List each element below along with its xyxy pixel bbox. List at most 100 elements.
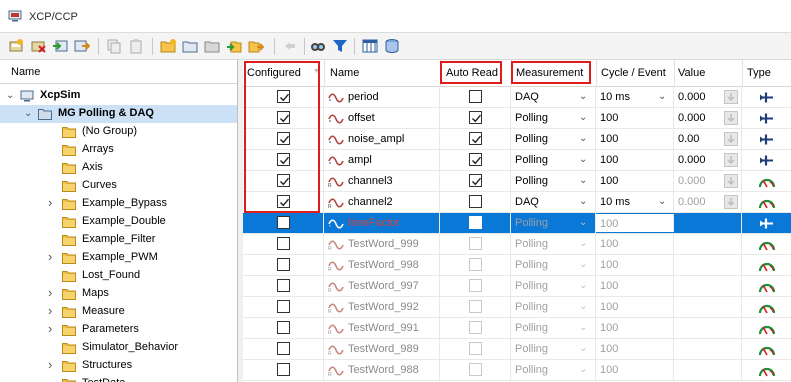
name-cell[interactable]: R TestWord_988	[324, 360, 440, 380]
column-header-auto-read[interactable]: Auto Read	[446, 67, 498, 79]
navigate-icon[interactable]	[282, 38, 298, 54]
auto-read-checkbox[interactable]	[469, 300, 482, 313]
measurement-select[interactable]: Polling ⌄	[511, 171, 596, 191]
find-icon[interactable]	[310, 38, 326, 54]
configured-cell[interactable]	[243, 234, 324, 254]
name-cell[interactable]: noise_ampl	[324, 129, 440, 149]
new-group-icon[interactable]	[160, 38, 176, 54]
configured-checkbox[interactable]	[277, 195, 290, 208]
value-cell[interactable]	[674, 339, 742, 359]
measurement-select[interactable]: Polling ⌄	[511, 339, 596, 359]
cycle-event-cell[interactable]: 100	[596, 339, 674, 359]
chevron-down-icon[interactable]: ⌄	[658, 196, 666, 207]
paste-icon[interactable]	[128, 38, 144, 54]
auto-read-checkbox[interactable]	[469, 111, 482, 124]
chevron-right-icon[interactable]: ›	[48, 249, 52, 264]
remove-device-icon[interactable]	[30, 38, 46, 54]
tree-item[interactable]: Example_Filter	[0, 231, 237, 249]
chevron-right-icon[interactable]: ›	[48, 357, 52, 372]
auto-read-checkbox[interactable]	[469, 132, 482, 145]
measurement-select[interactable]: Polling ⌄	[511, 234, 596, 254]
name-cell[interactable]: period	[324, 87, 440, 107]
tree-item[interactable]: Simulator_Behavior	[0, 339, 237, 357]
tree-item[interactable]: ⌄ MG Polling & DAQ	[0, 105, 237, 123]
cycle-event-cell[interactable]: 100	[596, 297, 674, 317]
name-cell[interactable]: Rchannel2	[324, 192, 440, 212]
table-row[interactable]: timeFactor Polling ⌄ 100	[243, 213, 791, 234]
table-row[interactable]: R TestWord_991 Polling ⌄ 100	[243, 318, 791, 339]
table-row[interactable]: R TestWord_989 Polling ⌄ 100	[243, 339, 791, 360]
table-row[interactable]: R TestWord_992 Polling ⌄ 100	[243, 297, 791, 318]
configured-checkbox[interactable]	[277, 321, 290, 334]
configured-cell[interactable]	[243, 87, 324, 107]
configured-cell[interactable]	[243, 108, 324, 128]
auto-read-cell[interactable]	[440, 129, 511, 149]
table-row[interactable]: R TestWord_998 Polling ⌄ 100	[243, 255, 791, 276]
type-cell[interactable]	[742, 213, 791, 233]
configured-checkbox[interactable]	[277, 300, 290, 313]
table-row[interactable]: R TestWord_997 Polling ⌄ 100	[243, 276, 791, 297]
auto-read-cell[interactable]	[440, 150, 511, 170]
export-icon[interactable]	[74, 38, 90, 54]
tree-item[interactable]: Arrays	[0, 141, 237, 159]
cycle-event-cell[interactable]: 100	[596, 108, 674, 128]
chevron-down-icon[interactable]: ⌄	[658, 91, 666, 102]
value-cell[interactable]	[674, 360, 742, 380]
chevron-right-icon[interactable]: ›	[48, 285, 52, 300]
read-value-button[interactable]	[724, 195, 738, 209]
measurement-select[interactable]: Polling ⌄	[511, 297, 596, 317]
value-cell[interactable]: 0.000	[674, 150, 742, 170]
configured-checkbox[interactable]	[277, 174, 290, 187]
filter-icon[interactable]	[332, 38, 348, 54]
value-cell[interactable]: 0.000	[674, 87, 742, 107]
name-cell[interactable]: R TestWord_998	[324, 255, 440, 275]
table-row[interactable]: Rchannel3 Polling ⌄ 100 0.000	[243, 171, 791, 192]
read-value-button[interactable]	[724, 153, 738, 167]
read-value-button[interactable]	[724, 132, 738, 146]
column-header-configured[interactable]: Configured	[247, 67, 301, 79]
measurement-select[interactable]: Polling ⌄	[511, 150, 596, 170]
auto-read-checkbox[interactable]	[469, 279, 482, 292]
tree-item[interactable]: Axis	[0, 159, 237, 177]
type-cell[interactable]	[742, 234, 791, 254]
chevron-down-icon[interactable]: ⌄	[579, 322, 587, 333]
auto-read-checkbox[interactable]	[469, 321, 482, 334]
chevron-down-icon[interactable]: ⌄	[579, 217, 587, 228]
tree-item[interactable]: › Parameters	[0, 321, 237, 339]
auto-read-cell[interactable]	[440, 213, 511, 233]
auto-read-checkbox[interactable]	[469, 258, 482, 271]
tree-item[interactable]: › Example_Bypass	[0, 195, 237, 213]
auto-read-checkbox[interactable]	[469, 342, 482, 355]
value-cell[interactable]	[674, 318, 742, 338]
auto-read-checkbox[interactable]	[469, 195, 482, 208]
chevron-down-icon[interactable]: ⌄	[579, 280, 587, 291]
value-cell[interactable]	[674, 276, 742, 296]
type-cell[interactable]	[742, 255, 791, 275]
chevron-down-icon[interactable]: ⌄	[579, 238, 587, 249]
tree-item[interactable]: Curves	[0, 177, 237, 195]
configured-checkbox[interactable]	[277, 237, 290, 250]
cycle-event-cell[interactable]: 100	[596, 171, 674, 191]
chevron-down-icon[interactable]: ⌄	[579, 133, 587, 144]
configured-cell[interactable]	[243, 276, 324, 296]
type-cell[interactable]	[742, 150, 791, 170]
type-cell[interactable]	[742, 318, 791, 338]
cycle-event-cell[interactable]: 100	[596, 318, 674, 338]
name-cell[interactable]: offset	[324, 108, 440, 128]
auto-read-cell[interactable]	[440, 87, 511, 107]
auto-read-cell[interactable]	[440, 339, 511, 359]
value-cell[interactable]: 0.000	[674, 192, 742, 212]
column-header-measurement[interactable]: Measurement	[516, 67, 583, 79]
configured-cell[interactable]	[243, 192, 324, 212]
tree-item[interactable]: Lost_Found	[0, 267, 237, 285]
auto-read-cell[interactable]	[440, 171, 511, 191]
name-cell[interactable]: R TestWord_999	[324, 234, 440, 254]
auto-read-cell[interactable]	[440, 276, 511, 296]
auto-read-checkbox[interactable]	[469, 90, 482, 103]
configured-checkbox[interactable]	[277, 279, 290, 292]
measurement-select[interactable]: Polling ⌄	[511, 129, 596, 149]
column-filter-icon[interactable]: ▼	[313, 68, 320, 75]
table-row[interactable]: R TestWord_999 Polling ⌄ 100	[243, 234, 791, 255]
table-row[interactable]: period DAQ ⌄ 10 ms ⌄ 0.000	[243, 87, 791, 108]
type-cell[interactable]	[742, 339, 791, 359]
